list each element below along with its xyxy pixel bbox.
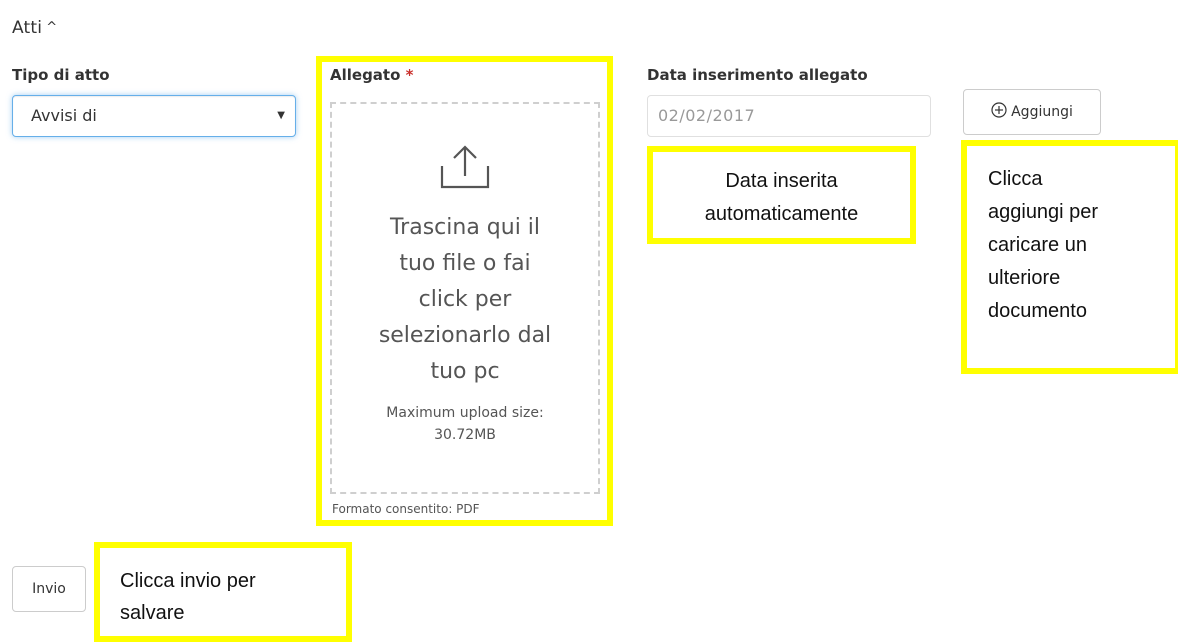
callout-date-line: automaticamente	[704, 203, 859, 225]
callout-add-line: aggiungi per	[988, 201, 1099, 223]
callout-date-line: Data inserita	[725, 170, 838, 192]
callout-date: Data inserita automaticamente	[647, 146, 916, 244]
callout-send-line: Clicca invio per	[120, 570, 256, 592]
section-title-atti[interactable]: Atti ^	[12, 18, 57, 38]
add-button[interactable]: Aggiungi	[963, 89, 1101, 135]
callout-send: Clicca invio per salvare	[94, 542, 352, 642]
dropdown-arrow-icon: ▼	[277, 110, 285, 121]
tipo-atto-select[interactable]: Avvisi di ▼	[12, 95, 296, 137]
send-button[interactable]: Invio	[12, 566, 86, 612]
plus-circle-icon	[991, 102, 1007, 118]
data-inserimento-field[interactable]: 02/02/2017	[647, 95, 931, 137]
callout-add-line: Clicca	[988, 168, 1043, 190]
tipo-atto-selected-value: Avvisi di	[31, 106, 97, 125]
data-inserimento-label: Data inserimento allegato	[647, 66, 868, 84]
callout-add-line: documento	[988, 300, 1087, 322]
section-title-text: Atti	[12, 18, 43, 38]
callout-send-line: salvare	[120, 602, 185, 624]
callout-add-line: caricare un	[988, 234, 1087, 256]
tipo-atto-label: Tipo di atto	[12, 66, 110, 84]
callout-add-line: ulteriore	[988, 267, 1061, 289]
add-button-label: Aggiungi	[1011, 104, 1073, 120]
callout-add: Clicca aggiungi per caricare un ulterior…	[961, 140, 1178, 374]
caret-up-icon[interactable]: ^	[46, 20, 57, 35]
allegato-highlight-box	[316, 56, 613, 526]
